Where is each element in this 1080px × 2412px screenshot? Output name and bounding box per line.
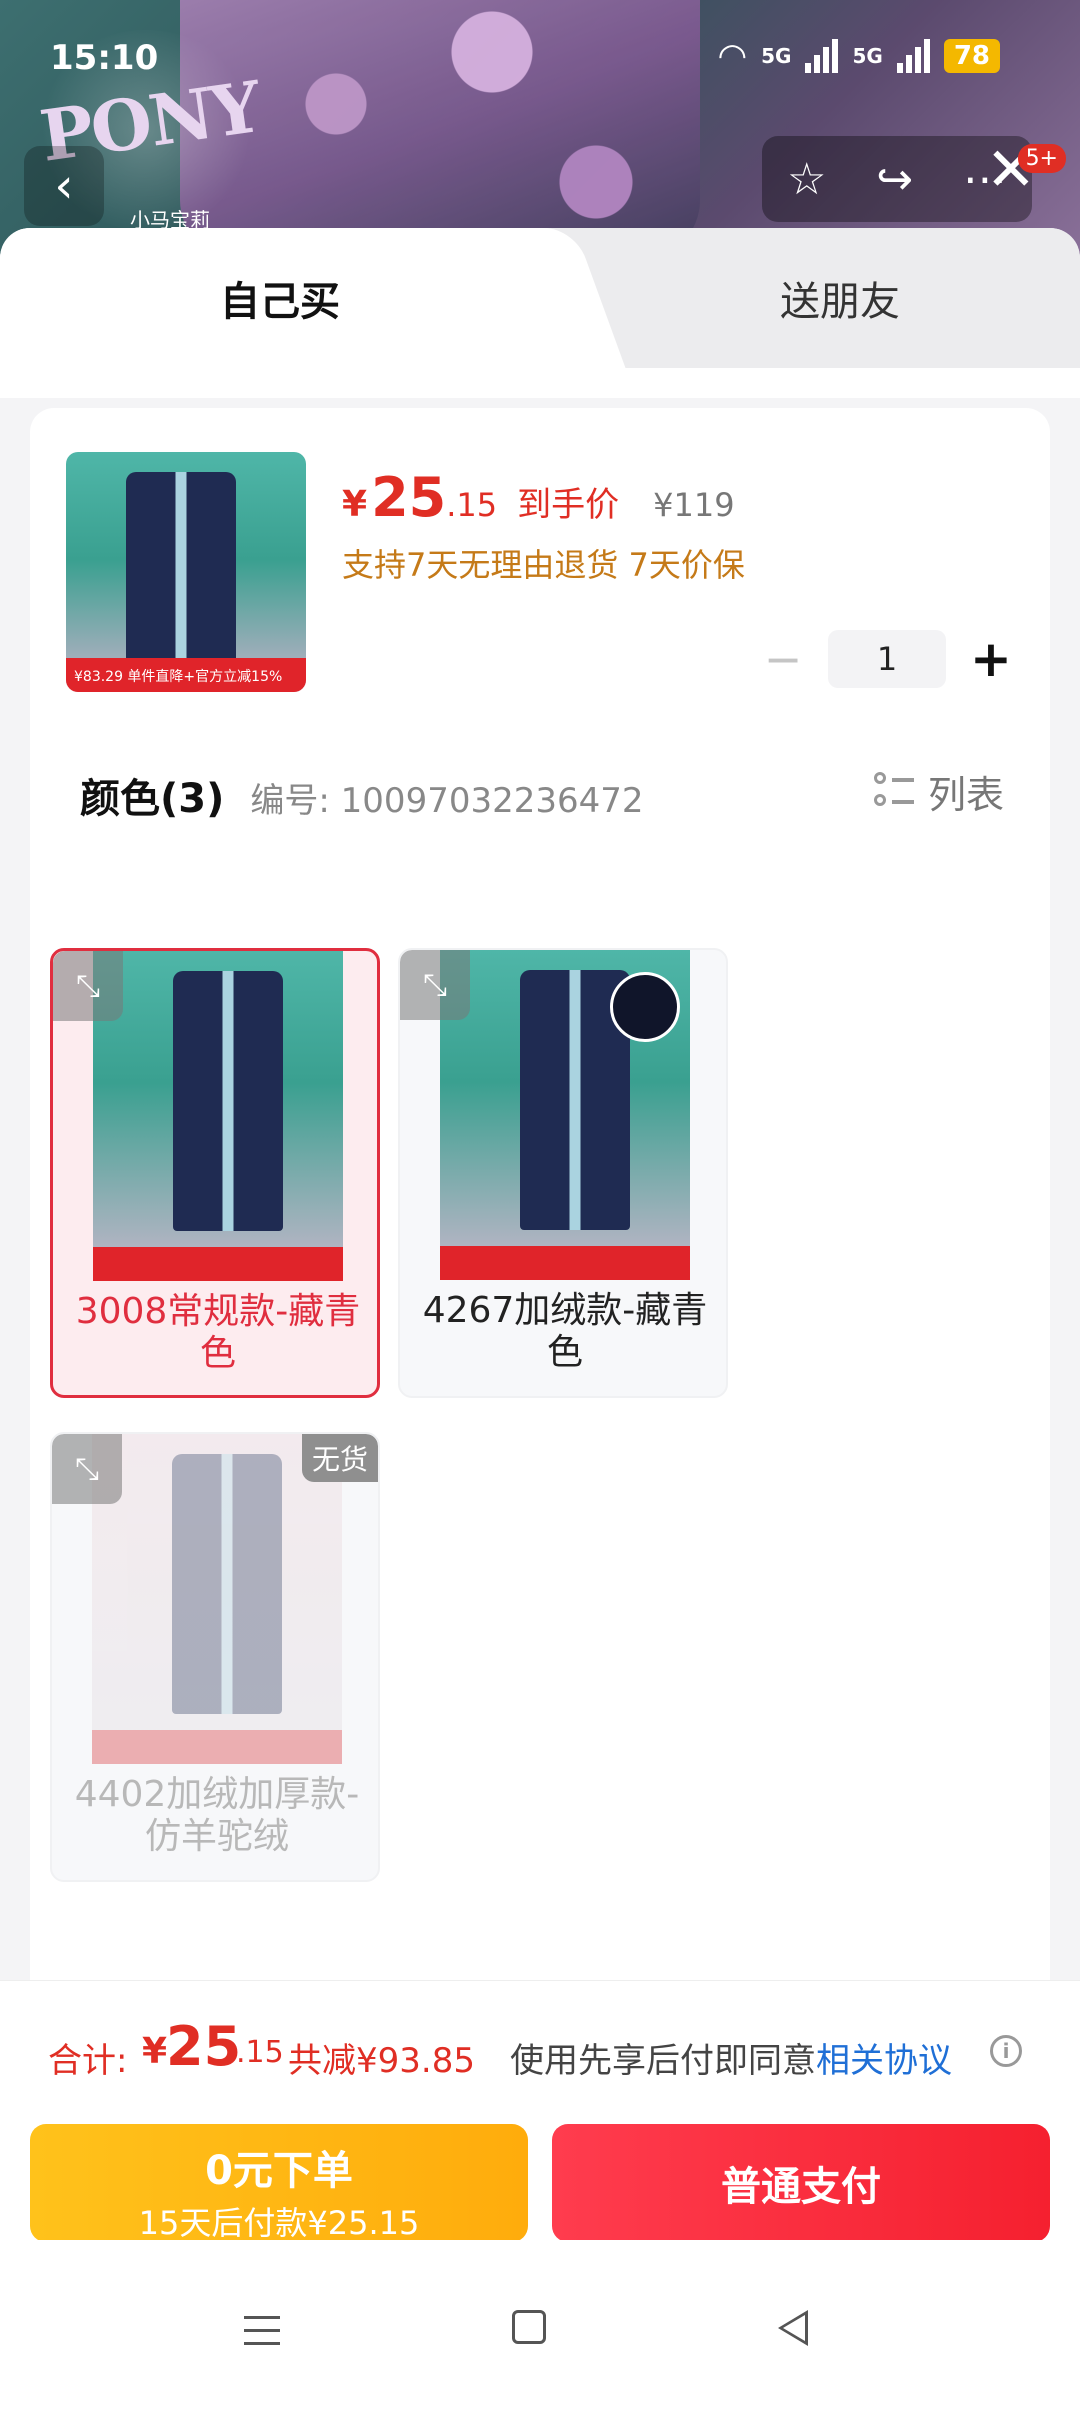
color-option-3008[interactable]: ⤡ 3008常规款-藏青色: [50, 948, 380, 1398]
tab-underlay: [0, 368, 1080, 398]
variant-promo-strip: [440, 1246, 690, 1280]
price-row: ¥ 25 .15 到手价 ¥119: [342, 466, 735, 529]
service-guarantee: 支持7天无理由退货 7天价保: [342, 546, 745, 584]
minus-icon[interactable]: −: [760, 632, 806, 686]
agreement-link[interactable]: 相关协议: [816, 2041, 952, 2081]
color-option-4267[interactable]: ⤡ 4267加绒款-藏青色: [398, 948, 728, 1398]
variant-label: 3008常规款-藏青色: [75, 1291, 361, 1374]
price-decimal: .15: [446, 486, 498, 524]
variant-promo-strip: [93, 1247, 343, 1281]
original-price: ¥119: [653, 486, 735, 524]
share-icon[interactable]: ↪: [876, 154, 913, 205]
sku-card: ¥83.29 单件直降+官方立减15% ¥ 25 .15 到手价 ¥119 支持…: [30, 408, 1050, 2208]
color-title: 颜色(3): [80, 776, 225, 822]
agreement-prefix: 使用先享后付即同意: [510, 2041, 816, 2081]
expand-icon[interactable]: ⤡: [400, 950, 470, 1020]
variant-promo-strip: [92, 1730, 342, 1764]
product-code: 编号: 10097032236472: [250, 781, 644, 821]
home-icon[interactable]: [512, 2310, 546, 2344]
pants-image: [173, 971, 283, 1231]
color-option-4402[interactable]: ⤡ 无货 4402加绒加厚款-仿羊驼绒: [50, 1432, 380, 1882]
signal-icon: [805, 39, 839, 73]
tab-self-buy-label: 自己买: [220, 279, 340, 325]
back-icon[interactable]: ‹: [24, 146, 104, 226]
pay-later-subtitle: 15天后付款¥25.15: [138, 2204, 420, 2242]
total-integer: 25: [166, 2015, 242, 2078]
action-bar: 0元下单 15天后付款¥25.15 普通支付: [0, 2116, 1080, 2242]
product-thumbnail[interactable]: ¥83.29 单件直降+官方立减15%: [66, 452, 306, 692]
expand-icon[interactable]: ⤡: [52, 1434, 122, 1504]
tab-send-friend-label: 送朋友: [780, 279, 900, 325]
variant-image: [93, 951, 343, 1281]
total-saving: 共减¥93.85: [288, 2041, 475, 2081]
notification-badge: 5+: [1017, 144, 1066, 173]
expand-icon[interactable]: ⤡: [53, 951, 123, 1021]
total-decimal: .15: [236, 2035, 284, 2070]
purchase-tabs: 自己买 送朋友: [0, 228, 1080, 368]
variant-image: [440, 950, 690, 1280]
status-time: 15:10: [50, 38, 159, 78]
star-icon[interactable]: ☆: [787, 154, 826, 205]
back-nav-icon[interactable]: [778, 2310, 808, 2346]
order-summary: 合计: ¥ 25 .15 共减¥93.85 使用先享后付即同意相关协议 i: [0, 1980, 1080, 2116]
plus-icon[interactable]: +: [968, 630, 1014, 688]
network-label-1: 5G: [761, 44, 792, 68]
price-currency: ¥: [342, 484, 368, 525]
quantity-input[interactable]: 1: [828, 630, 946, 688]
total-label: 合计:: [48, 2041, 128, 2081]
normal-pay-button[interactable]: 普通支付: [552, 2124, 1050, 2242]
product-pants-image: [126, 472, 236, 672]
tab-send-friend[interactable]: 送朋友: [600, 228, 1080, 368]
watermark: 青瓜味薯片: [430, 1548, 600, 1588]
variant-image: [92, 1434, 342, 1764]
info-icon[interactable]: i: [990, 2035, 1022, 2067]
battery-icon: 78: [943, 39, 1000, 73]
system-nav-bar: [0, 2240, 1080, 2412]
agreement-text: 使用先享后付即同意相关协议: [510, 2033, 952, 2082]
pay-later-title: 0元下单: [205, 2148, 353, 2194]
out-of-stock-badge: 无货: [301, 1434, 378, 1482]
tab-self-buy[interactable]: 自己买: [0, 228, 560, 368]
list-icon: [873, 771, 914, 812]
quantity-stepper: − 1 +: [760, 630, 1014, 688]
total-currency: ¥: [142, 2031, 168, 2072]
fleece-swatch: [610, 972, 680, 1042]
variant-label: 4267加绒款-藏青色: [422, 1290, 708, 1373]
color-header: 颜色(3) 编号: 10097032236472: [80, 766, 644, 824]
list-view-label: 列表: [927, 773, 1004, 817]
list-view-toggle[interactable]: 列表: [873, 764, 1004, 819]
price-label: 到手价: [517, 485, 620, 525]
network-label-2: 5G: [852, 44, 883, 68]
signal-icon-2: [896, 39, 930, 73]
thumbnail-promo-strip: ¥83.29 单件直降+官方立减15%: [66, 658, 306, 692]
status-icons: ◠ 5G 5G 78: [717, 36, 1000, 76]
price-integer: 25: [371, 466, 447, 529]
menu-icon[interactable]: [244, 2316, 280, 2346]
wifi-icon: ◠: [717, 36, 748, 76]
product-hero-background: PONY 小马宝莉 15:10 ◠ 5G 5G 78 ‹ ☆ ↪ ⋯ ✕ 5+: [0, 0, 1080, 260]
variant-label: 4402加绒加厚款-仿羊驼绒: [74, 1774, 360, 1857]
pay-later-button[interactable]: 0元下单 15天后付款¥25.15: [30, 2124, 528, 2242]
pants-image: [172, 1454, 282, 1714]
